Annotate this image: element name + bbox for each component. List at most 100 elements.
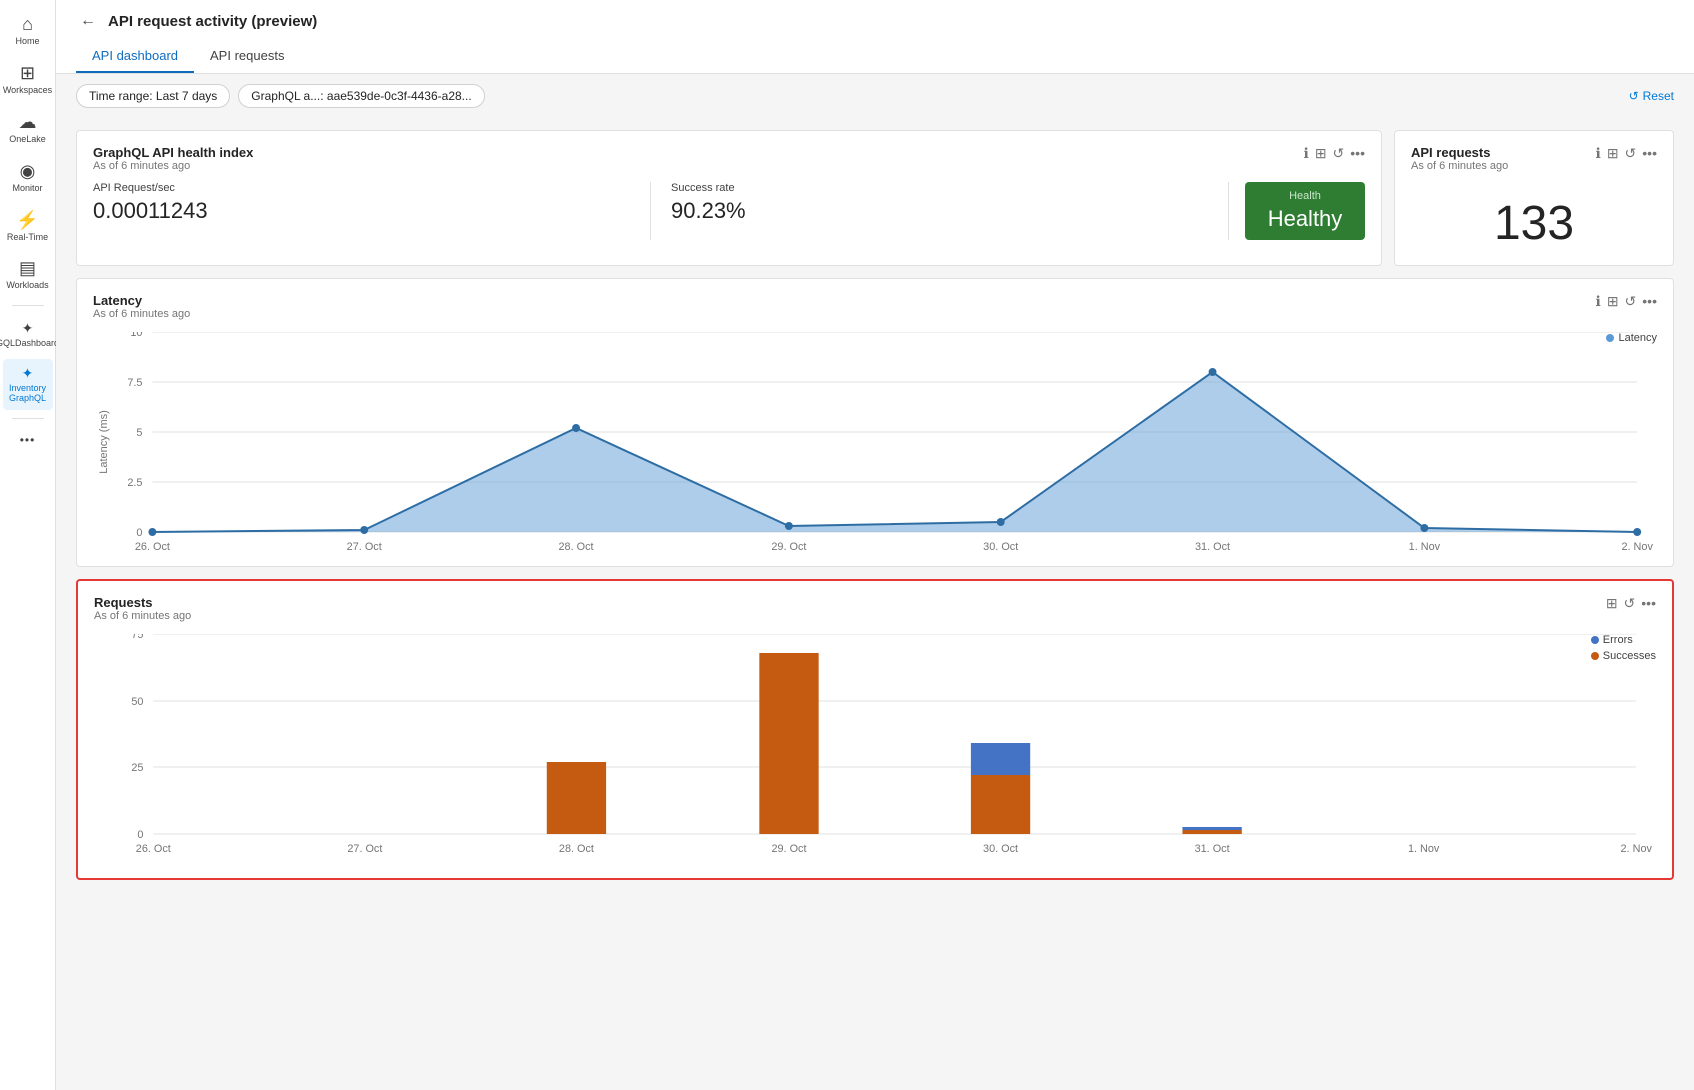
svg-text:5: 5 [136, 427, 142, 439]
sidebar-label-inventorygraphql: Inventory GraphQL [7, 384, 49, 404]
svg-text:1. Nov: 1. Nov [1408, 843, 1440, 855]
health-card-subtitle: As of 6 minutes ago [93, 160, 253, 172]
sidebar-item-realtime[interactable]: ⚡ Real-Time [3, 204, 53, 249]
svg-text:0: 0 [137, 829, 143, 841]
page-title: API request activity (preview) [108, 13, 317, 30]
latency-grid-icon[interactable]: ⊞ [1607, 293, 1619, 310]
health-card-body: API Request/sec 0.00011243 Success rate … [93, 182, 1365, 240]
latency-more-icon[interactable]: ••• [1642, 293, 1657, 310]
successes-legend-label: Successes [1603, 650, 1656, 662]
latency-chart-subtitle: As of 6 minutes ago [93, 308, 190, 320]
requests-refresh-icon[interactable]: ↺ [1624, 595, 1636, 612]
api-refresh-icon[interactable]: ↺ [1625, 145, 1637, 162]
latency-legend-dot [1606, 334, 1614, 342]
sidebar-item-gqldashboard[interactable]: ✦ GQLDashboard [3, 314, 53, 355]
metric-request-sec-value: 0.00011243 [93, 198, 630, 224]
info-icon[interactable]: ℹ [1303, 145, 1308, 162]
requests-chart-area: Errors Successes 0 25 [94, 634, 1656, 864]
bar-31oct-success [1182, 830, 1241, 834]
toolbar: Time range: Last 7 days GraphQL a...: aa… [56, 74, 1694, 118]
health-badge-value: Healthy [1268, 206, 1343, 232]
metric-success-rate: Success rate 90.23% [651, 182, 1229, 240]
sidebar-label-home: Home [15, 37, 39, 47]
api-requests-subtitle: As of 6 minutes ago [1411, 160, 1508, 172]
api-more-icon[interactable]: ••• [1642, 145, 1657, 162]
sidebar-label-monitor: Monitor [12, 184, 42, 194]
requests-grid-icon[interactable]: ⊞ [1606, 595, 1618, 612]
svg-text:31. Oct: 31. Oct [1195, 843, 1230, 855]
requests-chart-panel: Requests As of 6 minutes ago ⊞ ↺ ••• Err… [76, 579, 1674, 880]
svg-text:28. Oct: 28. Oct [559, 843, 594, 855]
bar-30oct-success [971, 775, 1030, 834]
errors-legend-label: Errors [1603, 634, 1633, 646]
svg-text:31. Oct: 31. Oct [1195, 541, 1230, 552]
filter-graphql-api[interactable]: GraphQL a...: aae539de-0c3f-4436-a28... [238, 84, 484, 108]
latency-titles: Latency As of 6 minutes ago [93, 293, 190, 320]
svg-text:1. Nov: 1. Nov [1409, 541, 1441, 552]
metric-success-rate-label: Success rate [671, 182, 1208, 194]
svg-text:25: 25 [131, 762, 143, 774]
gqldashboard-icon: ✦ [22, 320, 34, 337]
api-requests-card-header: API requests As of 6 minutes ago ℹ ⊞ ↺ •… [1411, 145, 1657, 172]
svg-text:26. Oct: 26. Oct [136, 843, 171, 855]
successes-legend-item: Successes [1591, 650, 1656, 662]
latency-chart-panel: Latency As of 6 minutes ago ℹ ⊞ ↺ ••• La… [76, 278, 1674, 567]
metric-request-sec: API Request/sec 0.00011243 [93, 182, 651, 240]
api-requests-card: API requests As of 6 minutes ago ℹ ⊞ ↺ •… [1394, 130, 1674, 266]
more-options-icon[interactable]: ••• [1350, 145, 1365, 162]
svg-text:29. Oct: 29. Oct [771, 843, 806, 855]
onelake-icon: ☁ [19, 112, 37, 133]
tab-requests[interactable]: API requests [194, 40, 300, 73]
grid-icon[interactable]: ⊞ [1315, 145, 1327, 162]
health-badge-label: Health [1289, 190, 1321, 202]
health-card-titles: GraphQL API health index As of 6 minutes… [93, 145, 253, 172]
latency-info-icon[interactable]: ℹ [1595, 293, 1600, 310]
svg-text:30. Oct: 30. Oct [983, 541, 1018, 552]
tab-dashboard[interactable]: API dashboard [76, 40, 194, 73]
latency-chart-icons: ℹ ⊞ ↺ ••• [1595, 293, 1657, 310]
sidebar-item-workspaces[interactable]: ⊞ Workspaces [3, 57, 53, 102]
inventorygraphql-icon: ✦ [22, 365, 34, 382]
latency-refresh-icon[interactable]: ↺ [1625, 293, 1637, 310]
svg-text:28. Oct: 28. Oct [559, 541, 594, 552]
reset-button[interactable]: ↺ Reset [1629, 89, 1674, 103]
requests-chart-header: Requests As of 6 minutes ago ⊞ ↺ ••• [94, 595, 1656, 622]
bar-30oct-error [971, 743, 1030, 775]
filter-time-range[interactable]: Time range: Last 7 days [76, 84, 230, 108]
reset-icon: ↺ [1629, 89, 1639, 103]
svg-text:75: 75 [131, 634, 143, 641]
sidebar-item-workloads[interactable]: ▤ Workloads [3, 252, 53, 297]
requests-more-icon[interactable]: ••• [1641, 595, 1656, 612]
health-card: GraphQL API health index As of 6 minutes… [76, 130, 1382, 266]
sidebar-item-home[interactable]: ⌂ Home [3, 8, 53, 53]
sidebar-label-realtime: Real-Time [7, 233, 48, 243]
api-grid-icon[interactable]: ⊞ [1607, 145, 1619, 162]
workspaces-icon: ⊞ [20, 63, 35, 84]
refresh-icon[interactable]: ↺ [1333, 145, 1345, 162]
sidebar-item-more[interactable]: ••• [3, 427, 53, 453]
main-content: ← API request activity (preview) API das… [56, 0, 1694, 1090]
latency-legend: Latency [1606, 332, 1657, 344]
api-info-icon[interactable]: ℹ [1595, 145, 1600, 162]
cards-row: GraphQL API health index As of 6 minutes… [76, 130, 1674, 266]
sidebar-item-monitor[interactable]: ◉ Monitor [3, 155, 53, 200]
bar-29oct-success [759, 653, 818, 834]
latency-legend-item: Latency [1606, 332, 1657, 344]
svg-text:26. Oct: 26. Oct [135, 541, 170, 552]
monitor-icon: ◉ [20, 161, 36, 182]
sidebar-item-inventorygraphql[interactable]: ✦ Inventory GraphQL [3, 359, 53, 410]
health-badge: Health Healthy [1245, 182, 1365, 240]
back-button[interactable]: ← [76, 10, 100, 32]
sidebar-item-onelake[interactable]: ☁ OneLake [3, 106, 53, 151]
sidebar-label-gqldashboard: GQLDashboard [0, 339, 59, 349]
svg-text:Latency (ms): Latency (ms) [98, 410, 110, 474]
health-card-icons: ℹ ⊞ ↺ ••• [1303, 145, 1365, 162]
sidebar-divider [12, 305, 44, 306]
errors-legend-dot [1591, 636, 1599, 644]
svg-text:0: 0 [136, 527, 142, 539]
sidebar-divider-2 [12, 418, 44, 419]
bar-31oct-error [1182, 827, 1241, 830]
requests-chart-title: Requests [94, 595, 191, 610]
health-card-title: GraphQL API health index [93, 145, 253, 160]
errors-legend-item: Errors [1591, 634, 1656, 646]
